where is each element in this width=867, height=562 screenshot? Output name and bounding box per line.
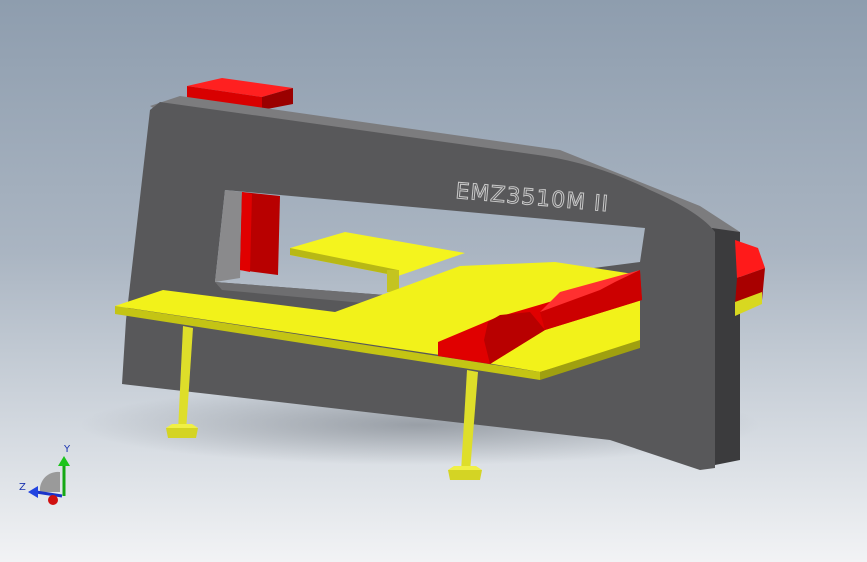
x-axis-origin-icon xyxy=(48,495,58,505)
back-table-post xyxy=(387,270,399,292)
machine-model[interactable]: EMZ3510M II Y Z xyxy=(0,0,867,562)
y-axis-arrow-icon xyxy=(58,456,70,466)
inner-red-block[interactable] xyxy=(240,192,280,275)
z-axis-label: Z xyxy=(19,482,26,493)
axis-triad[interactable]: Y Z xyxy=(19,444,71,505)
z-axis-arrow-icon xyxy=(28,486,38,498)
y-axis-label: Y xyxy=(63,444,71,455)
cad-viewport[interactable]: EMZ3510M II Y Z xyxy=(0,0,867,562)
z-axis-line xyxy=(35,490,63,498)
